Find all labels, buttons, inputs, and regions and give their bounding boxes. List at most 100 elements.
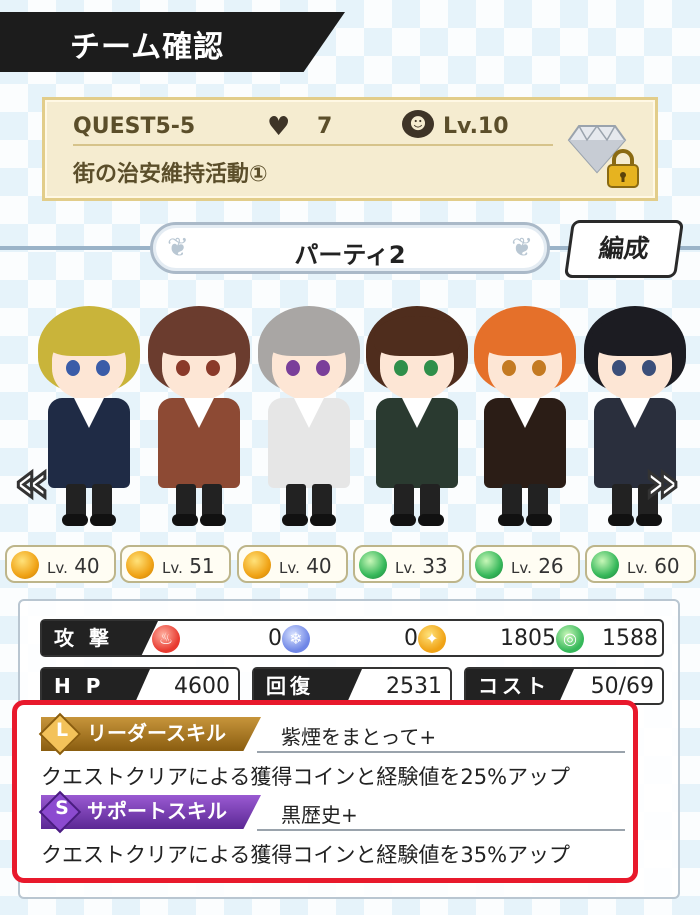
member-leg bbox=[420, 484, 440, 518]
level-prefix: Lv. bbox=[395, 559, 416, 577]
cost-value: 50/69 bbox=[590, 674, 654, 699]
lock-icon bbox=[607, 149, 639, 188]
edit-party-button[interactable]: 編成 bbox=[563, 220, 685, 278]
recovery-value: 2531 bbox=[386, 674, 442, 699]
member-leg bbox=[92, 484, 112, 518]
cost-label: コスト bbox=[466, 669, 574, 703]
quest-divider bbox=[73, 144, 553, 146]
support-skill-name: 黒歴史+ bbox=[281, 803, 358, 827]
leader-badge-letter: L bbox=[55, 719, 69, 741]
leader-skill-name: 紫煙をまとって+ bbox=[281, 725, 437, 749]
heart-icon: ♥ bbox=[267, 112, 291, 142]
member-leg bbox=[528, 484, 548, 518]
member-level-text: Lv. 40 bbox=[47, 554, 100, 578]
party-member-5[interactable] bbox=[466, 286, 584, 536]
member-eye bbox=[96, 360, 110, 376]
member-level-badge: Lv. 40 bbox=[237, 545, 348, 583]
level-value: 60 bbox=[654, 554, 680, 578]
party-banner: ❦ パーティ2 ❦ bbox=[150, 222, 550, 274]
ornament-right-icon: ❦ bbox=[511, 233, 533, 263]
member-shoe bbox=[526, 514, 552, 526]
member-bangs bbox=[482, 316, 568, 356]
member-level-text: Lv. 26 bbox=[511, 554, 564, 578]
member-level-text: Lv. 40 bbox=[279, 554, 332, 578]
level-value: 33 bbox=[422, 554, 448, 578]
level-value: 40 bbox=[306, 554, 332, 578]
member-shoe bbox=[172, 514, 198, 526]
level-prefix: Lv. bbox=[627, 559, 648, 577]
member-shoe bbox=[90, 514, 116, 526]
member-bangs bbox=[592, 316, 678, 356]
member-leg bbox=[394, 484, 414, 518]
attack-ice-value: 0 bbox=[404, 626, 418, 651]
member-level-text: Lv. 51 bbox=[162, 554, 215, 578]
member-shoe bbox=[62, 514, 88, 526]
support-skill-divider bbox=[257, 829, 625, 831]
member-eye bbox=[532, 360, 546, 376]
member-shoe bbox=[608, 514, 634, 526]
member-bangs bbox=[266, 316, 352, 356]
member-eye bbox=[642, 360, 656, 376]
wind-element-icon bbox=[591, 551, 619, 579]
member-eye bbox=[612, 360, 626, 376]
member-level-badge: Lv. 26 bbox=[469, 545, 580, 583]
quest-info-card: QUEST5-5 ♥ 7 ☻ Lv.10 街の治安維持活動① bbox=[42, 97, 658, 201]
page-title: チーム確認 bbox=[70, 30, 225, 65]
attack-wind-value: 1588 bbox=[602, 626, 658, 651]
quest-name: 街の治安維持活動① bbox=[73, 162, 268, 187]
support-skill-description: クエストクリアによる獲得コインと経験値を35%アップ bbox=[41, 843, 571, 867]
wind-element-icon bbox=[359, 551, 387, 579]
member-leg bbox=[202, 484, 222, 518]
sun-element-icon bbox=[11, 551, 39, 579]
member-level-badge: Lv. 40 bbox=[5, 545, 116, 583]
quest-level: Lv.10 bbox=[443, 114, 509, 139]
hp-value: 4600 bbox=[174, 674, 230, 699]
member-eye bbox=[206, 360, 220, 376]
sun-element-icon bbox=[243, 551, 271, 579]
member-bangs bbox=[374, 316, 460, 356]
recovery-label: 回復 bbox=[254, 669, 362, 703]
member-leg bbox=[612, 484, 632, 518]
wind-element-icon: ◎ bbox=[556, 625, 584, 653]
leader-skill-divider bbox=[257, 751, 625, 753]
member-eye bbox=[176, 360, 190, 376]
member-level-text: Lv. 60 bbox=[627, 554, 680, 578]
level-prefix: Lv. bbox=[47, 559, 68, 577]
member-bangs bbox=[46, 316, 132, 356]
member-eye bbox=[66, 360, 80, 376]
party-member-2[interactable] bbox=[140, 286, 258, 536]
member-eye bbox=[316, 360, 330, 376]
sun-element-icon bbox=[126, 551, 154, 579]
next-party-arrow-icon[interactable]: » bbox=[642, 453, 681, 512]
ice-element-icon: ❄ bbox=[282, 625, 310, 653]
level-value: 51 bbox=[189, 554, 215, 578]
member-shoe bbox=[282, 514, 308, 526]
member-leg bbox=[312, 484, 332, 518]
previous-party-arrow-icon[interactable]: « bbox=[12, 453, 51, 512]
attack-fire-value: 0 bbox=[268, 626, 282, 651]
member-level-badge: Lv. 33 bbox=[353, 545, 464, 583]
quest-id: QUEST5-5 bbox=[73, 114, 196, 139]
level-value: 26 bbox=[538, 554, 564, 578]
party-name: パーティ2 bbox=[294, 241, 406, 269]
member-eye bbox=[394, 360, 408, 376]
member-bangs bbox=[156, 316, 242, 356]
member-shoe bbox=[636, 514, 662, 526]
member-level-badge: Lv. 51 bbox=[120, 545, 231, 583]
support-badge-letter: S bbox=[55, 797, 69, 819]
quest-heart-count: 7 bbox=[317, 114, 333, 139]
level-prefix: Lv. bbox=[279, 559, 300, 577]
attack-sun-value: 1805 bbox=[500, 626, 556, 651]
party-member-3[interactable] bbox=[250, 286, 368, 536]
skills-section: リーダースキル L 紫煙をまとって+ クエストクリアによる獲得コインと経験値を2… bbox=[12, 700, 638, 883]
member-leg bbox=[176, 484, 196, 518]
party-member-4[interactable] bbox=[358, 286, 476, 536]
hp-label: H P bbox=[42, 669, 150, 703]
member-level-badge: Lv. 60 bbox=[585, 545, 696, 583]
member-eye bbox=[502, 360, 516, 376]
level-prefix: Lv. bbox=[162, 559, 183, 577]
sun-element-icon: ✦ bbox=[418, 625, 446, 653]
member-shoe bbox=[418, 514, 444, 526]
enemy-level-icon: ☻ bbox=[402, 110, 434, 138]
member-leg bbox=[66, 484, 86, 518]
